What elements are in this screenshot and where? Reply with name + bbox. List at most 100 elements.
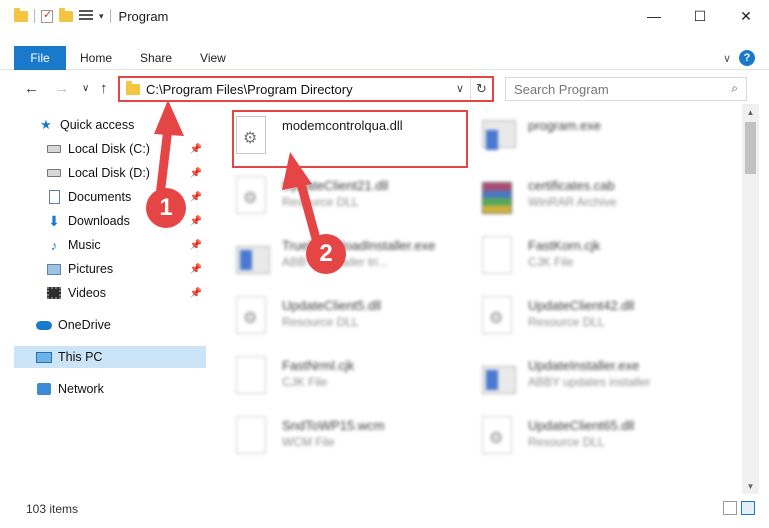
- file-name: SndToWP15.wcm: [282, 418, 385, 433]
- sidebar-item-this-pc[interactable]: This PC: [14, 346, 206, 368]
- status-bar: 103 items: [0, 496, 769, 522]
- documents-icon: [46, 190, 62, 204]
- address-bar[interactable]: C:\Program Files\Program Directory ∨ ↻: [118, 76, 494, 102]
- pin-icon[interactable]: 📌: [190, 264, 202, 275]
- file-highlight-box: [232, 110, 468, 168]
- generic-file-icon: [236, 416, 270, 460]
- file-name: FastNrml.cjk: [282, 358, 355, 373]
- quick-access-toolbar: ▾: [14, 7, 111, 23]
- new-folder-icon[interactable]: [59, 7, 73, 22]
- window-title: Program: [118, 8, 169, 24]
- sidebar-item-label: Music: [68, 238, 101, 252]
- sidebar-item-local-disk-c[interactable]: Local Disk (C:) 📌: [46, 138, 206, 160]
- sidebar-item-network[interactable]: Network: [36, 378, 206, 400]
- vertical-scrollbar[interactable]: ▲ ▼: [742, 104, 759, 494]
- sidebar-item-label: Local Disk (C:): [68, 142, 150, 156]
- pin-icon[interactable]: 📌: [190, 192, 202, 203]
- sidebar-item-label: Pictures: [68, 262, 114, 276]
- navigation-bar: ← → ∨ ↑ C:\Program Files\Program Directo…: [0, 72, 769, 104]
- sidebar-item-pictures[interactable]: Pictures 📌: [46, 258, 206, 280]
- file-type: ABBY updates installer: [528, 375, 651, 389]
- tab-view[interactable]: View: [186, 51, 240, 65]
- file-type: Resource DLL: [528, 435, 605, 449]
- minimize-button[interactable]: —: [631, 0, 677, 32]
- scroll-down-icon[interactable]: ▼: [742, 478, 759, 494]
- address-path[interactable]: C:\Program Files\Program Directory: [146, 82, 353, 97]
- search-icon[interactable]: ⌕: [731, 81, 738, 96]
- back-arrow-icon[interactable]: ←: [24, 80, 39, 97]
- up-arrow-icon[interactable]: ↑: [100, 80, 108, 97]
- tab-file[interactable]: File: [14, 45, 66, 70]
- file-type: CJK File: [528, 255, 574, 269]
- cloud-icon: [36, 318, 52, 332]
- tab-home[interactable]: Home: [66, 51, 126, 65]
- file-type: WCM File: [282, 435, 335, 449]
- pin-icon[interactable]: 📌: [190, 216, 202, 227]
- list-item[interactable]: FastKorn.cjk CJK File: [482, 232, 722, 288]
- list-item[interactable]: UpdateClient21.dll Resource DLL: [236, 172, 476, 228]
- properties-list-icon[interactable]: [79, 10, 93, 22]
- list-item[interactable]: UpdateInstaller.exe ABBY updates installe…: [482, 352, 722, 408]
- sidebar-item-label: Documents: [68, 190, 132, 204]
- ribbon-tabs: File Home Share View ∨ ?: [0, 45, 769, 70]
- dll-file-icon: [236, 176, 270, 220]
- properties-check-icon[interactable]: [41, 8, 53, 23]
- dll-file-icon: [482, 416, 516, 460]
- folder-icon: [14, 7, 28, 22]
- address-dropdown-icon[interactable]: ∨: [456, 82, 464, 95]
- sidebar-item-local-disk-d[interactable]: Local Disk (D:) 📌: [46, 162, 206, 184]
- sidebar-item-music[interactable]: ♪ Music 📌: [46, 234, 206, 256]
- pin-icon[interactable]: 📌: [190, 168, 202, 179]
- dll-file-icon: [236, 296, 270, 340]
- file-item-program-exe[interactable]: program.exe: [482, 112, 722, 168]
- forward-arrow-icon[interactable]: →: [54, 80, 69, 97]
- file-name: TrueDownloadInstaller.exe: [282, 238, 436, 253]
- sidebar-item-label: This PC: [58, 350, 103, 364]
- scroll-up-icon[interactable]: ▲: [742, 104, 759, 120]
- scroll-thumb[interactable]: [745, 122, 756, 174]
- computer-icon: [36, 350, 52, 364]
- sidebar-item-label: Videos: [68, 286, 106, 300]
- list-item[interactable]: FastNrml.cjk CJK File: [236, 352, 476, 408]
- pin-icon[interactable]: 📌: [190, 144, 202, 155]
- navigation-pane: ★ Quick access Local Disk (C:) 📌 Local D…: [0, 110, 210, 490]
- file-type: CJK File: [282, 375, 328, 389]
- pin-icon[interactable]: 📌: [190, 288, 202, 299]
- divider: [34, 9, 35, 23]
- list-item[interactable]: UpdateClient42.dll Resource DLL: [482, 292, 722, 348]
- large-icons-view-icon[interactable]: [741, 501, 755, 515]
- search-placeholder: Search Program: [514, 81, 609, 97]
- list-item[interactable]: SndToWP15.wcm WCM File: [236, 412, 476, 468]
- search-input[interactable]: Search Program ⌕: [505, 77, 747, 101]
- details-view-icon[interactable]: [723, 501, 737, 515]
- list-item[interactable]: TrueDownloadInstaller.exe ABBYY Reader tr…: [236, 232, 476, 288]
- list-item[interactable]: UpdateClient5.dll Resource DLL: [236, 292, 476, 348]
- list-item[interactable]: UpdateClient65.dll Resource DLL: [482, 412, 722, 468]
- maximize-button[interactable]: ☐: [677, 0, 723, 32]
- title-bar: ▾ Program — ☐ ✕: [0, 0, 769, 32]
- file-type: Resource DLL: [282, 315, 359, 329]
- help-icon[interactable]: ?: [739, 50, 755, 66]
- item-count: 103 items: [26, 502, 79, 516]
- sidebar-item-videos[interactable]: Videos 📌: [46, 282, 206, 304]
- recent-locations-chevron-icon[interactable]: ∨: [82, 83, 89, 94]
- sidebar-item-label: Quick access: [60, 118, 135, 132]
- pictures-icon: [46, 262, 62, 276]
- expand-ribbon-chevron-icon[interactable]: ∨: [723, 52, 731, 65]
- refresh-icon[interactable]: ↻: [470, 78, 492, 100]
- customize-toolbar-dropdown-icon[interactable]: ▾: [99, 11, 104, 22]
- pin-icon[interactable]: 📌: [190, 240, 202, 251]
- star-icon: ★: [40, 117, 52, 132]
- network-icon: [36, 382, 52, 396]
- file-name: program.exe: [528, 118, 601, 133]
- close-button[interactable]: ✕: [723, 0, 769, 32]
- exe-file-icon: [236, 236, 270, 280]
- sidebar-item-quick-access[interactable]: ★ Quick access: [38, 114, 206, 136]
- sidebar-item-label: Local Disk (D:): [68, 166, 150, 180]
- folder-icon: [126, 80, 140, 95]
- sidebar-item-onedrive[interactable]: OneDrive: [36, 314, 206, 336]
- file-name: UpdateClient65.dll: [528, 418, 635, 433]
- list-item[interactable]: certificates.cab WinRAR Archive: [482, 172, 722, 228]
- tab-share[interactable]: Share: [126, 51, 186, 65]
- step-2-badge: 2: [306, 234, 346, 274]
